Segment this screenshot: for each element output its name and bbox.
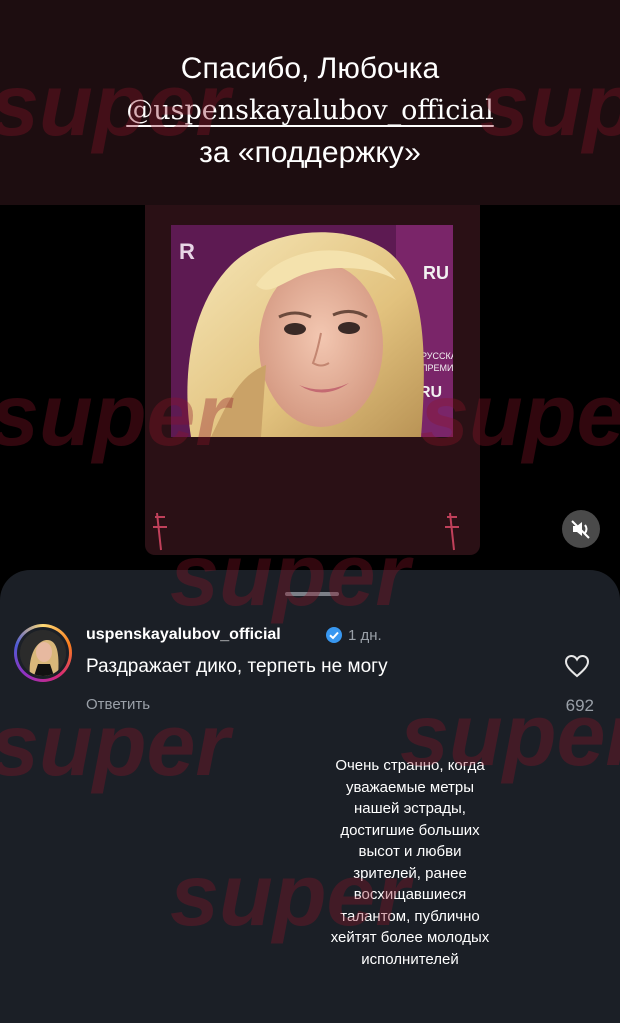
speaker-muted-icon: [571, 520, 590, 539]
backdrop-text-1: РУССКА: [421, 351, 453, 361]
comment-username[interactable]: uspenskayalubov_official: [86, 626, 281, 644]
story-view: Спасибо, Любочка @uspenskayalubov_offici…: [0, 0, 620, 1023]
note-line: нашей эстрады,: [354, 800, 466, 817]
note-line: достигшие больших: [340, 821, 480, 839]
comment-sheet: uspenskayalubov_official 1 дн. Раздражае…: [0, 570, 620, 1023]
comment-time: 1 дн.: [348, 627, 382, 644]
verified-badge-icon: [326, 627, 342, 643]
avatar-image: [20, 630, 66, 676]
backdrop-logo-top: RU: [423, 263, 449, 283]
note-line: уважаемые метры: [345, 778, 475, 796]
note-line: высот и любви: [358, 843, 462, 860]
comment-text: Раздражает дико, терпеть не могу: [86, 656, 388, 677]
mute-button[interactable]: [562, 510, 600, 548]
note-line: восхищавшиеся: [353, 886, 467, 903]
caption-line-1: Спасибо, Любочка: [180, 52, 440, 85]
caption-line-3: за «поддержку»: [199, 136, 421, 169]
avatar-ring-gap: [17, 627, 69, 679]
sheet-drag-handle[interactable]: [285, 592, 339, 596]
backdrop-text-2: ПРЕМИ: [421, 363, 453, 373]
reply-button[interactable]: Ответить: [86, 696, 150, 713]
note-line: Очень странно, когда: [335, 757, 485, 774]
woman-portrait-image: R RU РУССКА ПРЕМИ RU: [171, 225, 453, 437]
note-line: зрителей, ранее: [353, 864, 467, 882]
story-caption: Спасибо, Любочка @uspenskayalubov_offici…: [0, 48, 620, 174]
editorial-note: Очень странно, когда уважаемые метры наш…: [305, 755, 515, 970]
note-line: хейтят более молодых: [330, 929, 490, 946]
note-line: талантом, публично: [340, 907, 480, 925]
backdrop-letter: R: [179, 239, 195, 264]
story-photo: R RU РУССКА ПРЕМИ RU: [171, 225, 453, 437]
note-line: исполнителей: [361, 950, 459, 968]
like-count: 692: [565, 696, 594, 715]
caption-mention-link[interactable]: @uspenskayalubov_official: [0, 90, 620, 132]
avatar[interactable]: [14, 624, 72, 682]
heart-outline-icon[interactable]: [564, 654, 590, 678]
